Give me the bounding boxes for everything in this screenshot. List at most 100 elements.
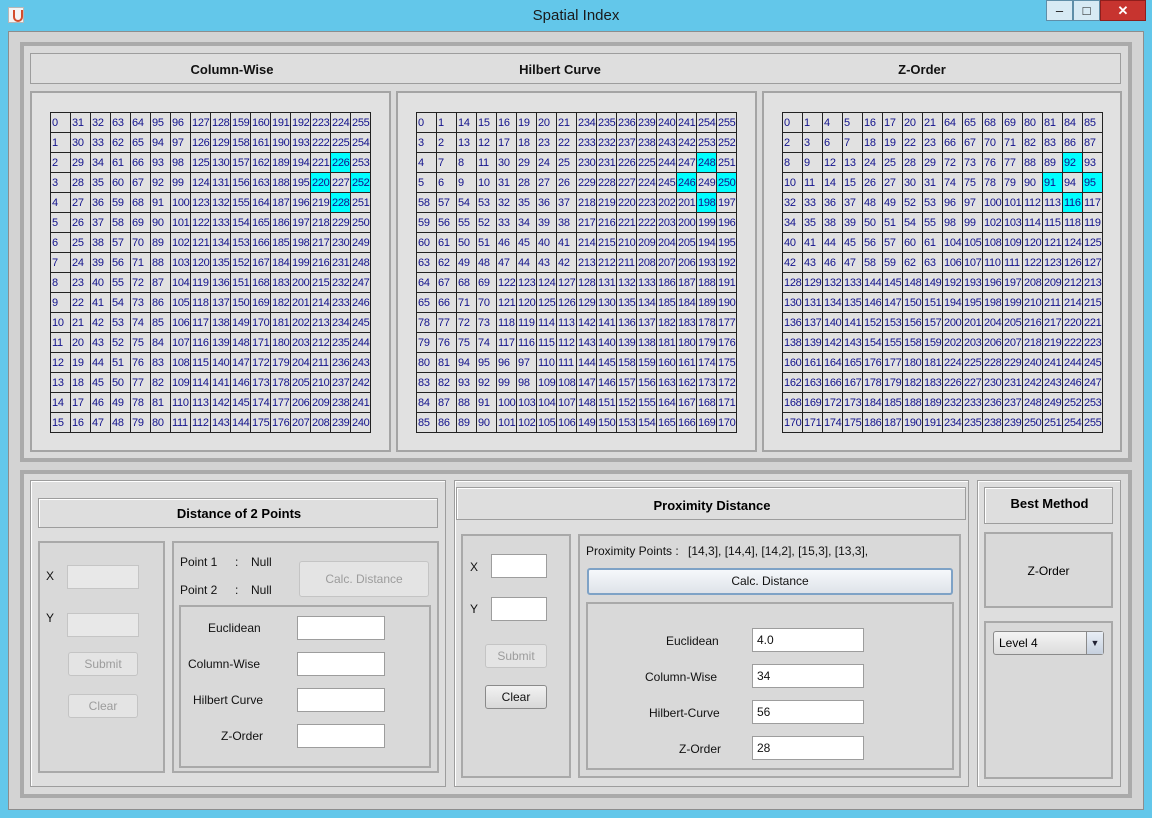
grid-cell: 72 bbox=[456, 312, 477, 333]
grid-cell: 231 bbox=[1002, 372, 1023, 393]
grid-cell: 100 bbox=[496, 392, 517, 413]
grid-cell: 167 bbox=[842, 372, 863, 393]
chevron-down-icon[interactable]: ▼ bbox=[1086, 632, 1103, 654]
grid-cell: 54 bbox=[110, 292, 131, 313]
distance-y-input[interactable] bbox=[67, 613, 139, 637]
grid-cell: 151 bbox=[230, 272, 251, 293]
grid-cell: 23 bbox=[70, 272, 91, 293]
distance-submit-button[interactable]: Submit bbox=[68, 652, 138, 676]
grid-cell: 195 bbox=[290, 172, 311, 193]
grid-cell: 96 bbox=[942, 192, 963, 213]
grid-cell: 33 bbox=[90, 132, 111, 153]
grid-cell: 147 bbox=[230, 352, 251, 373]
grid-cell: 42 bbox=[556, 252, 577, 273]
proximity-calc-button[interactable]: Calc. Distance bbox=[587, 568, 953, 595]
grid-cell: 14 bbox=[456, 112, 477, 133]
proximity-clear-button[interactable]: Clear bbox=[485, 685, 547, 709]
grid-cell: 20 bbox=[902, 112, 923, 133]
grid-cell: 193 bbox=[962, 272, 983, 293]
grid-cell: 107 bbox=[170, 332, 191, 353]
grid-cell: 76 bbox=[436, 332, 457, 353]
maximize-button[interactable]: □ bbox=[1073, 0, 1100, 21]
level-select[interactable]: Level 4 ▼ bbox=[993, 631, 1104, 655]
grid-cell: 22 bbox=[70, 292, 91, 313]
grid-cell: 133 bbox=[842, 272, 863, 293]
grid-cell: 189 bbox=[270, 152, 291, 173]
grid-cell: 165 bbox=[842, 352, 863, 373]
grid-cell: 53 bbox=[110, 312, 131, 333]
proximity-y-input[interactable] bbox=[491, 597, 547, 621]
distance-zorder-field[interactable] bbox=[297, 724, 385, 748]
distance-calc-button[interactable]: Calc. Distance bbox=[299, 561, 429, 597]
grid-cell: 250 bbox=[1022, 412, 1043, 433]
grid-cell: 162 bbox=[782, 372, 803, 393]
grid-cell: 52 bbox=[110, 332, 131, 353]
grid-cell: 15 bbox=[842, 172, 863, 193]
grid-cell: 12 bbox=[822, 152, 843, 173]
grid-cell: 183 bbox=[922, 372, 943, 393]
proximity-title: Proximity Distance bbox=[653, 498, 771, 513]
grid-cell: 165 bbox=[250, 212, 271, 233]
grid-cell: 26 bbox=[862, 172, 883, 193]
distance-euclidean-field[interactable] bbox=[297, 616, 385, 640]
column-wise-header: Column-Wise bbox=[190, 62, 274, 77]
grid-cell: 6 bbox=[822, 132, 843, 153]
grid-cell: 179 bbox=[270, 352, 291, 373]
minimize-button[interactable]: – bbox=[1046, 0, 1073, 21]
grid-cell: 74 bbox=[130, 312, 151, 333]
distance-x-label: X bbox=[46, 569, 55, 583]
grid-cell: 247 bbox=[350, 272, 371, 293]
grid-cell: 174 bbox=[696, 352, 717, 373]
grid-cell: 74 bbox=[476, 332, 497, 353]
grid-cell: 90 bbox=[476, 412, 497, 433]
grid-cell: 189 bbox=[922, 392, 943, 413]
grid-cell: 107 bbox=[962, 252, 983, 273]
grid-cell: 207 bbox=[656, 252, 677, 273]
grid-cell: 226 bbox=[616, 152, 637, 173]
grid-cell: 192 bbox=[716, 252, 737, 273]
grid-cell: 232 bbox=[942, 392, 963, 413]
grid-cell: 163 bbox=[656, 372, 677, 393]
distance-hilbert-field[interactable] bbox=[297, 688, 385, 712]
proximity-submit-button[interactable]: Submit bbox=[485, 644, 547, 668]
grid-cell: 114 bbox=[190, 372, 211, 393]
proximity-euclidean-field[interactable]: 4.0 bbox=[752, 628, 864, 652]
grid-cell: 168 bbox=[250, 272, 271, 293]
grid-cell: 138 bbox=[636, 332, 657, 353]
grid-row: 60 61 50 51 46 45 40 41 214 215 210 209 204 205 194 195 bbox=[416, 232, 737, 253]
proximity-x-input[interactable] bbox=[491, 554, 547, 578]
grid-cell: 227 bbox=[616, 172, 637, 193]
grid-row: 42 43 46 47 58 59 62 63 106 107 110 111 122 123 126 127 bbox=[782, 252, 1103, 273]
grid-cell: 176 bbox=[270, 412, 291, 433]
grid-cell: 55 bbox=[110, 272, 131, 293]
grid-cell: 18 bbox=[516, 132, 537, 153]
grid-cell: 65 bbox=[962, 112, 983, 133]
distance-x-input[interactable] bbox=[67, 565, 139, 589]
grid-cell: 237 bbox=[616, 132, 637, 153]
grid-cell: 69 bbox=[476, 272, 497, 293]
grid-cell: 172 bbox=[250, 352, 271, 373]
grid-cell: 104 bbox=[536, 392, 557, 413]
grid-cell: 182 bbox=[270, 292, 291, 313]
grid-cell: 154 bbox=[636, 412, 657, 433]
grid-cell: 29 bbox=[70, 152, 91, 173]
distance-column-wise-field[interactable] bbox=[297, 652, 385, 676]
grid-cell: 72 bbox=[130, 272, 151, 293]
grid-cell: 77 bbox=[1002, 152, 1023, 173]
close-button[interactable]: ✕ bbox=[1100, 0, 1146, 21]
best-method-value: Z-Order bbox=[1027, 564, 1070, 578]
grid-cell: 146 bbox=[596, 372, 617, 393]
proximity-zorder-field[interactable]: 28 bbox=[752, 736, 864, 760]
grid-cell: 217 bbox=[576, 212, 597, 233]
proximity-hilbert-field[interactable]: 56 bbox=[752, 700, 864, 724]
proximity-column-wise-field[interactable]: 34 bbox=[752, 664, 864, 688]
grid-cell: 224 bbox=[636, 172, 657, 193]
grid-cell: 32 bbox=[90, 112, 111, 133]
grid-cell: 127 bbox=[190, 112, 211, 133]
grid-cell: 59 bbox=[882, 252, 903, 273]
distance-clear-button[interactable]: Clear bbox=[68, 694, 138, 718]
grid-cell: 225 bbox=[962, 352, 983, 373]
grid-cell: 250 bbox=[716, 172, 737, 193]
grid-cell: 199 bbox=[1002, 292, 1023, 313]
grid-cell: 35 bbox=[90, 172, 111, 193]
